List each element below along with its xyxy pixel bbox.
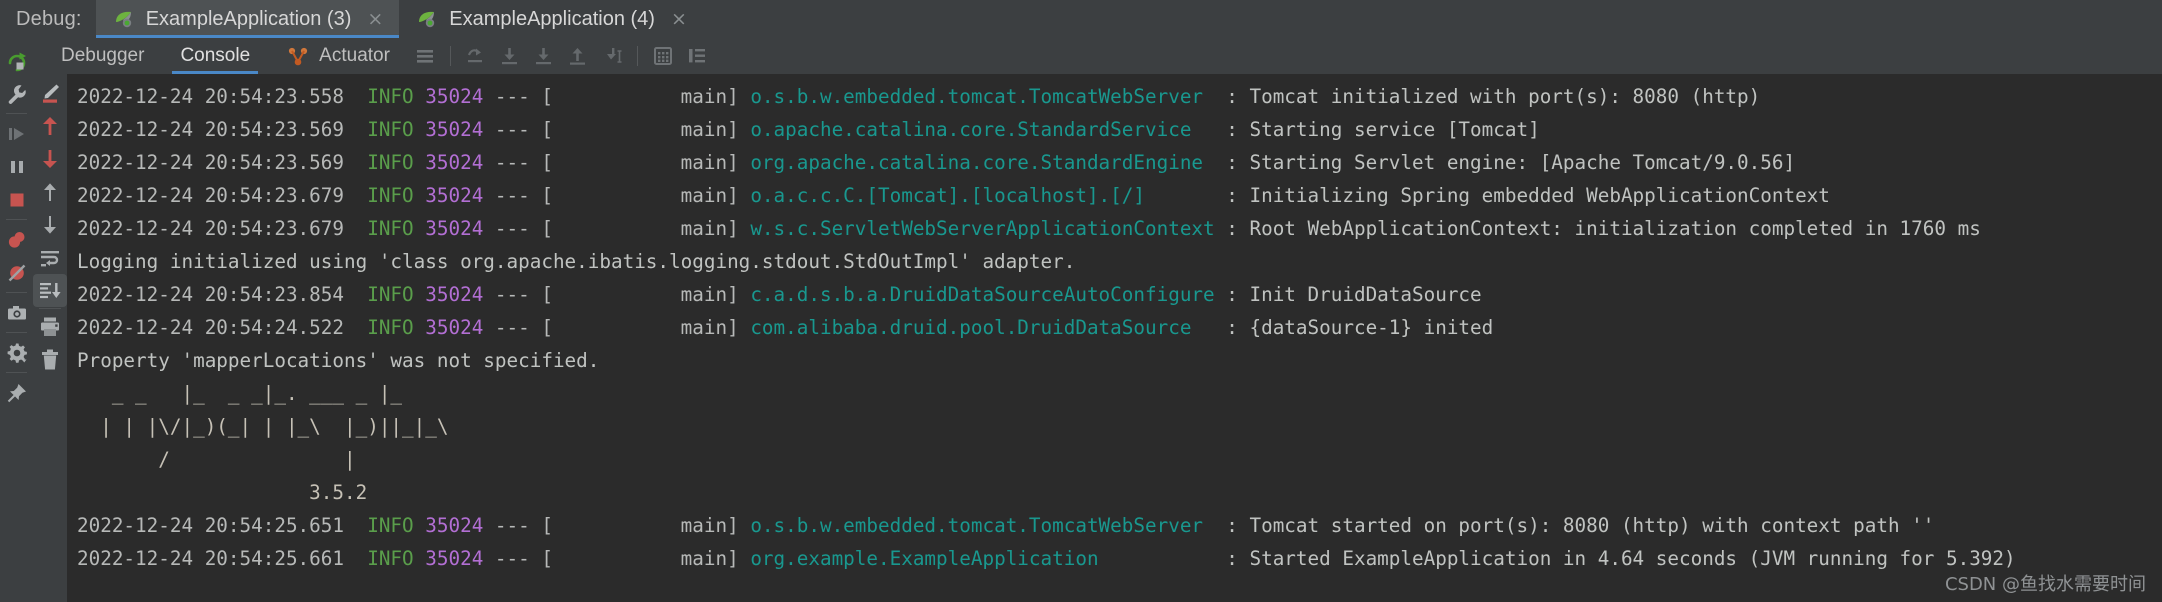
tab-actuator[interactable]: Actuator: [268, 38, 408, 74]
console-gutter: [33, 74, 67, 602]
rail-divider: [6, 113, 27, 114]
console-output[interactable]: 2022-12-24 20:54:23.558 INFO 35024 --- […: [67, 74, 2162, 602]
pause-program-icon[interactable]: [0, 150, 33, 183]
debug-tool-window: Debug: ExampleApplication (3) × ExampleA…: [0, 0, 2162, 602]
print-icon[interactable]: [33, 310, 67, 343]
gutter-divider: [39, 308, 61, 309]
next-occurrence-red-icon[interactable]: [33, 142, 67, 175]
trash-icon[interactable]: [33, 343, 67, 376]
scroll-to-end-icon[interactable]: [33, 274, 67, 307]
resume-program-icon[interactable]: [0, 117, 33, 150]
settings-gear-icon[interactable]: [0, 336, 33, 369]
actuator-icon: [286, 44, 310, 68]
run-tab-example-application-3[interactable]: ExampleApplication (3) ×: [95, 0, 400, 38]
rail-divider: [6, 219, 27, 220]
step-over-icon[interactable]: [459, 39, 493, 73]
step-into-icon[interactable]: [493, 39, 527, 73]
pin-icon[interactable]: [0, 376, 33, 409]
tab-label: Actuator: [319, 45, 390, 66]
watermark: CSDN @鱼找水需要时间: [1944, 574, 2146, 595]
view-breakpoints-icon[interactable]: [0, 223, 33, 256]
layout-icon[interactable]: [680, 39, 714, 73]
next-occurrence-icon[interactable]: [33, 208, 67, 241]
rail-divider: [6, 372, 27, 373]
force-step-into-icon[interactable]: [527, 39, 561, 73]
spring-boot-icon: [417, 9, 439, 29]
console-toolbar: Debugger Console Actuator: [33, 38, 2162, 74]
tab-title: ExampleApplication (3): [145, 7, 352, 30]
previous-occurrence-icon[interactable]: [33, 175, 67, 208]
debug-label: Debug:: [16, 7, 82, 30]
step-out-icon[interactable]: [561, 39, 595, 73]
tab-title: ExampleApplication (4): [449, 7, 655, 30]
tab-console[interactable]: Console: [162, 38, 268, 74]
run-tab-example-application-4[interactable]: ExampleApplication (4) ×: [399, 0, 703, 38]
debug-actions-rail: [0, 38, 33, 602]
previous-occurrence-red-icon[interactable]: [33, 109, 67, 142]
rail-divider: [6, 332, 27, 333]
highlight-pencil-icon[interactable]: [33, 76, 67, 109]
tab-debugger[interactable]: Debugger: [43, 38, 162, 74]
debug-body: Debugger Console Actuator 2022-12-24 20:…: [0, 38, 2162, 602]
stop-icon[interactable]: [0, 183, 33, 216]
tab-label: Debugger: [61, 45, 145, 66]
console-scrollbar[interactable]: [2156, 74, 2162, 602]
rerun-icon[interactable]: [0, 44, 33, 77]
log-lines: 2022-12-24 20:54:23.558 INFO 35024 --- […: [77, 85, 2016, 570]
evaluate-expression-icon[interactable]: [646, 39, 680, 73]
spring-boot-icon: [114, 9, 136, 29]
mute-breakpoints-icon[interactable]: [0, 256, 33, 289]
run-to-cursor-icon[interactable]: [595, 39, 629, 73]
console-area: 2022-12-24 20:54:23.558 INFO 35024 --- […: [33, 74, 2162, 602]
console-view-icon[interactable]: [408, 39, 442, 73]
close-icon[interactable]: ×: [367, 9, 383, 29]
toolbar-divider: [636, 46, 638, 66]
rail-divider: [6, 292, 27, 293]
toolbar-divider: [449, 46, 451, 66]
console-panel: Debugger Console Actuator 2022-12-24 20:…: [33, 38, 2162, 602]
wrench-icon[interactable]: [0, 77, 33, 110]
camera-icon[interactable]: [0, 296, 33, 329]
close-icon[interactable]: ×: [671, 9, 687, 29]
soft-wrap-icon[interactable]: [33, 241, 67, 274]
tab-label: Console: [180, 45, 251, 66]
debug-tab-strip: Debug: ExampleApplication (3) × ExampleA…: [0, 0, 2162, 38]
